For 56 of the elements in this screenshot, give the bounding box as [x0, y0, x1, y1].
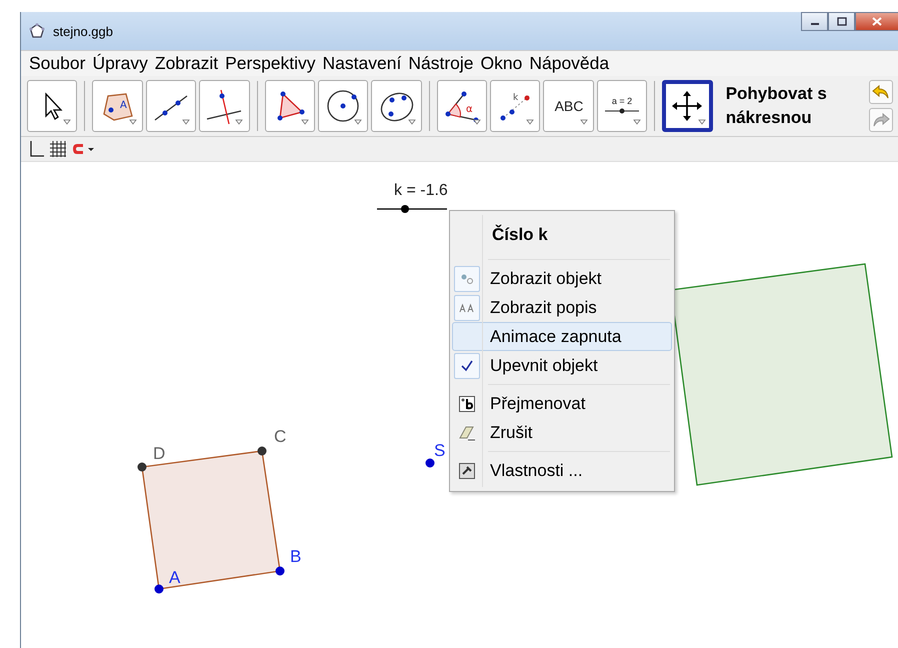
maximize-button[interactable] [828, 12, 855, 31]
tool-button[interactable] [146, 80, 196, 132]
tool-button[interactable]: A [92, 80, 143, 132]
menu-item[interactable]: Přejmenovat [452, 389, 672, 418]
undo-button[interactable] [868, 80, 893, 104]
menu-item[interactable]: Perspektivy [225, 53, 316, 74]
menu-item[interactable]: Okno [480, 53, 522, 74]
eraser-icon [458, 424, 476, 440]
menu-item[interactable]: Zrušit [452, 418, 672, 447]
grid-toggle[interactable] [49, 140, 67, 158]
tool-button[interactable]: α [436, 80, 488, 132]
point[interactable] [426, 458, 434, 468]
point-label: D [153, 444, 166, 463]
menu-item[interactable]: Zobrazit [154, 53, 218, 74]
menu-item[interactable]: Nástroje [408, 53, 474, 74]
check-icon [461, 360, 473, 372]
point-label: B [290, 547, 302, 566]
properties-icon [459, 462, 475, 478]
tool-button[interactable] [662, 80, 713, 132]
menu-item[interactable]: Zobrazit popis [452, 293, 672, 322]
redo-button[interactable] [868, 108, 893, 132]
point[interactable] [276, 566, 284, 576]
close-icon [872, 17, 882, 26]
menu-item[interactable]: Zobrazit objekt [452, 264, 672, 293]
point[interactable] [154, 584, 164, 594]
close-button[interactable] [855, 12, 898, 31]
circles-icon [460, 272, 474, 284]
tool-button[interactable] [27, 80, 78, 132]
slider-handle[interactable] [401, 205, 409, 213]
window-title: stejno.ggb [53, 24, 113, 38]
tool-button[interactable] [371, 80, 422, 132]
tool-button[interactable]: a = 2 [596, 80, 648, 132]
menu-title: Číslo k [491, 224, 549, 246]
maximize-icon [836, 17, 846, 26]
menu-item[interactable]: Úpravy [92, 53, 148, 74]
point[interactable] [138, 462, 146, 472]
tool-button[interactable]: k [490, 80, 540, 132]
menu-item[interactable]: Nastavení [322, 53, 402, 74]
menu-item[interactable]: Nápověda [529, 53, 610, 74]
menu-item[interactable]: Soubor [29, 53, 86, 74]
tool-button[interactable] [318, 80, 368, 132]
pentagon-icon [29, 23, 45, 39]
point-label: A [169, 568, 180, 587]
menu-item[interactable]: Animace zapnuta [452, 322, 672, 351]
minimize-button[interactable] [801, 12, 828, 31]
point[interactable] [258, 446, 266, 456]
point-label: S [434, 441, 446, 460]
rename-icon [459, 396, 475, 412]
menu-item[interactable]: Upevnit objekt [452, 351, 672, 380]
slider-label: k = -1.6 [394, 182, 448, 199]
letters-icon [459, 302, 475, 312]
tool-button[interactable]: ABC [543, 80, 594, 132]
tool-name: Pohybovat s nákresnou [726, 83, 828, 129]
tool-button[interactable] [264, 80, 315, 132]
menu-item[interactable]: Vlastnosti ... [452, 456, 672, 485]
point-label: C [274, 427, 286, 446]
